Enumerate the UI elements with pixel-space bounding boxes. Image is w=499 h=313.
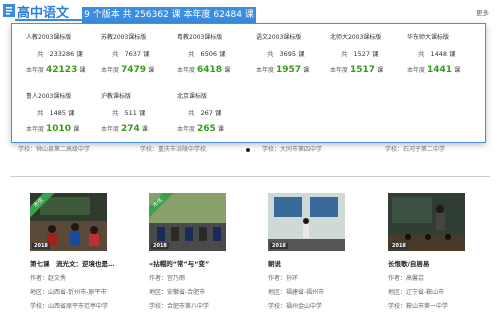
- header-bar: 高中语文 9 个版本 共 256362 课 本年度 62484 课 更多: [0, 0, 499, 23]
- edition-item[interactable]: 鲁人2003课标版 共 1485 课 本年度 1010 课: [26, 91, 106, 134]
- edition-total: 共 3695 课: [267, 50, 305, 58]
- edition-total: 共 233286 课: [37, 50, 83, 58]
- edition-year: 本年度 42123 课: [26, 65, 86, 75]
- lesson-card[interactable]: 市优 2018 第七课 流光文：逆境也是… 作者：赵文秀 地区：山西省-忻州市-…: [30, 193, 140, 310]
- lesson-card[interactable]: 2018 朝说 作者：孙环 地区：福建省-福州市 学校：福州金山中学: [268, 193, 378, 310]
- lesson-school: 学校：合肥市第八中学: [149, 303, 210, 310]
- section-divider: [10, 176, 490, 177]
- edition-item[interactable]: 华东师大课标版 共 1448 课 本年度 1441 课: [407, 32, 487, 75]
- edition-year: 本年度 1517 课: [330, 65, 384, 75]
- edition-name[interactable]: 北师大2003课标版: [330, 32, 410, 41]
- edition-name[interactable]: 沪教课标版: [101, 91, 181, 100]
- lesson-author: 作者：孙环: [268, 275, 299, 282]
- edition-item[interactable]: 粤教2003课标版 共 6506 课 本年度 6418 课: [177, 32, 257, 75]
- year-tag: 2018: [270, 243, 288, 249]
- lesson-title[interactable]: «拈帽的“常”与“变”: [149, 258, 259, 268]
- edition-year: 本年度 1010 课: [26, 124, 80, 134]
- edition-name[interactable]: 语文2003课标版: [256, 32, 336, 41]
- stats-banner[interactable]: 9 个版本 共 256362 课 本年度 62484 课: [82, 7, 256, 23]
- lesson-school: 学校：鞍山市第一中学: [388, 303, 449, 310]
- edition-year: 本年度 1957 课: [256, 65, 310, 75]
- background-school: 学校：大同市第四中学: [262, 146, 323, 153]
- lesson-card[interactable]: 2018 长恨歌/自居易 作者：高馨芸 地区：辽宁省-鞍山市 学校：鞍山市第一中…: [388, 193, 498, 310]
- edition-item[interactable]: 语文2003课标版 共 3695 课 本年度 1957 课: [256, 32, 336, 75]
- edition-name[interactable]: 华东师大课标版: [407, 32, 487, 41]
- lesson-region: 地区：山西省-忻州市-原平市: [30, 289, 107, 296]
- lesson-region: 地区：安徽省-合肥市: [149, 289, 206, 296]
- edition-name[interactable]: 人教2003课标版: [26, 32, 106, 41]
- edition-total: 共 267 课: [188, 109, 222, 117]
- lesson-school: 学校：福州金山中学: [268, 303, 323, 310]
- lesson-title[interactable]: 长恨歌/自居易: [388, 258, 498, 268]
- lesson-thumbnail[interactable]: 2018: [268, 193, 345, 251]
- edition-year: 本年度 6418 课: [177, 65, 231, 75]
- edition-name[interactable]: 鲁人2003课标版: [26, 91, 106, 100]
- edition-year: 本年度 274 课: [101, 124, 148, 134]
- lesson-thumbnail[interactable]: 市优 2018: [30, 193, 107, 251]
- year-tag: 2018: [32, 243, 50, 249]
- lesson-title[interactable]: 朝说: [268, 258, 378, 268]
- background-school: 学校：钟山县第二高级中学: [18, 146, 91, 153]
- edition-item[interactable]: 人教2003课标版 共 233286 课 本年度 42123 课: [26, 32, 106, 75]
- edition-name[interactable]: 北京课标版: [177, 91, 257, 100]
- year-tag: 2018: [390, 243, 408, 249]
- lesson-author: 作者：高馨芸: [388, 275, 425, 282]
- edition-item[interactable]: 沪教课标版 共 511 课 本年度 274 课: [101, 91, 181, 134]
- edition-dropdown: 人教2003课标版 共 233286 课 本年度 42123 课 苏教2003课标版 …: [11, 23, 486, 143]
- edition-name[interactable]: 苏教2003课标版: [101, 32, 181, 41]
- background-school: 学校：重庆市涪陵中学校: [140, 146, 207, 153]
- edition-year: 本年度 1441 课: [407, 65, 461, 75]
- year-tag: 2018: [151, 243, 169, 249]
- lesson-region: 地区：辽宁省-鞍山市: [388, 289, 445, 296]
- chinese-subject-icon: [3, 4, 15, 17]
- edition-total: 共 7637 课: [112, 50, 150, 58]
- edition-item[interactable]: 北京课标版 共 267 课 本年度 265 课: [177, 91, 257, 134]
- background-school: 学校：石河子第二中学: [385, 146, 446, 153]
- carousel-dot[interactable]: [246, 148, 250, 152]
- lesson-title[interactable]: 第七课 流光文：逆境也是…: [30, 258, 140, 268]
- lesson-school: 学校：山西省原平市范亭中学: [30, 303, 109, 310]
- edition-item[interactable]: 苏教2003课标版 共 7637 课 本年度 7479 课: [101, 32, 181, 75]
- lesson-author: 作者：宫乃雨: [149, 275, 186, 282]
- edition-item[interactable]: 北师大2003课标版 共 1527 课 本年度 1517 课: [330, 32, 410, 75]
- edition-total: 共 6506 课: [188, 50, 226, 58]
- edition-total: 共 1527 课: [341, 50, 379, 58]
- edition-total: 共 1448 课: [418, 50, 456, 58]
- more-link[interactable]: 更多: [476, 7, 489, 17]
- edition-total: 共 1485 课: [37, 109, 75, 117]
- lesson-card[interactable]: 市优 2018 «拈帽的“常”与“变” 作者：宫乃雨 地区：安徽省-合肥市 学校…: [149, 193, 259, 310]
- lesson-region: 地区：福建省-福州市: [268, 289, 325, 296]
- lesson-author: 作者：赵文秀: [30, 275, 67, 282]
- edition-year: 本年度 265 课: [177, 124, 224, 134]
- edition-total: 共 511 课: [112, 109, 146, 117]
- edition-name[interactable]: 粤教2003课标版: [177, 32, 257, 41]
- lesson-thumbnail[interactable]: 2018: [388, 193, 465, 251]
- edition-year: 本年度 7479 课: [101, 65, 155, 75]
- lesson-thumbnail[interactable]: 市优 2018: [149, 193, 226, 251]
